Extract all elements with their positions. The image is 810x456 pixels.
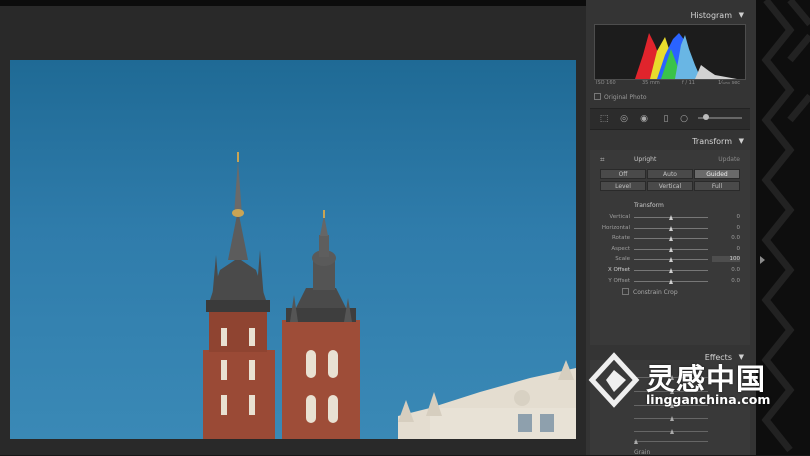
slider-value[interactable]: 0.0 (712, 267, 740, 273)
transform-title: Transform (692, 137, 732, 146)
slider-label: X Offset (607, 267, 630, 273)
slider-knob[interactable] (668, 215, 673, 220)
effects-row[interactable] (600, 436, 742, 446)
upright-level-button[interactable]: Level (600, 181, 646, 191)
slider-value[interactable]: 0.0 (712, 235, 740, 241)
original-photo-label: Original Photo (604, 94, 647, 101)
upright-guided-button[interactable]: Guided (694, 169, 740, 179)
tool-slider-knob[interactable] (703, 114, 709, 120)
slider-label: Rotate (611, 235, 630, 242)
slider-knob[interactable] (668, 225, 673, 231)
slider-knob[interactable] (668, 236, 673, 242)
upright-full-button[interactable]: Full (694, 181, 740, 191)
slider-value[interactable]: 0.0 (712, 278, 740, 284)
slider-horizontal[interactable]: Horizontal 0 (600, 223, 742, 233)
slider-vertical[interactable]: Vertical 0 (600, 212, 742, 222)
constrain-crop-toggle[interactable]: Constrain Crop (622, 288, 678, 296)
histogram-header[interactable]: Histogram ▼ (590, 8, 750, 24)
photo-preview[interactable] (10, 60, 576, 439)
slider-knob[interactable] (668, 268, 673, 273)
aperture: f / 11 (682, 80, 695, 86)
tower-left (203, 152, 275, 439)
upright-off-button[interactable]: Off (600, 169, 646, 179)
photo-image (203, 152, 576, 439)
focal-length: 35 mm (642, 80, 660, 86)
upright-row: ⌗ Upright Update (598, 154, 744, 166)
histogram-title: Histogram (690, 11, 733, 20)
slider-x-offset[interactable]: X Offset 0.0 (600, 265, 742, 275)
slider-knob[interactable] (668, 278, 673, 284)
watermark-emblem-icon (588, 352, 640, 408)
slider-value[interactable]: 0 (712, 246, 741, 252)
slider-label: Scale (615, 256, 630, 263)
slider-scale[interactable]: Scale 100 (600, 254, 742, 264)
slider-value[interactable]: 0 (712, 214, 741, 220)
constrain-crop-checkbox[interactable] (622, 288, 629, 295)
watermark-url: lingganchina.com (646, 392, 771, 407)
slider-knob[interactable] (668, 257, 673, 263)
panel-collapse-arrow-icon[interactable] (760, 256, 765, 264)
update-button[interactable]: Update (718, 156, 740, 163)
slider-value[interactable]: 0 (712, 225, 741, 231)
tower-right (282, 210, 360, 439)
transform-header[interactable]: Transform ▼ (590, 134, 750, 150)
radial-filter-icon[interactable]: ○ (678, 113, 690, 125)
collapse-triangle-icon[interactable]: ▼ (739, 11, 744, 19)
slider-aspect[interactable]: Aspect 0 (600, 244, 742, 254)
upright-auto-button[interactable]: Auto (647, 169, 693, 179)
slider-rotate[interactable]: Rotate 0.0 (600, 233, 742, 243)
original-photo-toggle[interactable]: Original Photo (594, 93, 647, 101)
upright-label: Upright (634, 156, 657, 163)
graduated-filter-icon[interactable]: ▯ (660, 113, 672, 125)
transform-section-label: Transform (634, 202, 664, 209)
slider-y-offset[interactable]: Y Offset 0.0 (600, 276, 742, 286)
slider-label: Y Offset (608, 277, 630, 284)
crop-overlay-icon[interactable]: ⬚ (598, 113, 610, 125)
histogram-graph (594, 24, 746, 80)
iso-value: ISO 160 (596, 80, 616, 86)
upright-vertical-button[interactable]: Vertical (647, 181, 693, 191)
tool-strip: ⬚ ◎ ◉ ▯ ○ (590, 108, 750, 130)
effects-row[interactable] (600, 426, 742, 436)
building-right (398, 360, 576, 439)
collapse-triangle-icon[interactable]: ▼ (739, 137, 744, 145)
slider-value[interactable]: 100 (712, 256, 740, 263)
histogram-curve (635, 33, 737, 79)
slider-label: Vertical (609, 214, 630, 220)
original-photo-checkbox[interactable] (594, 93, 601, 100)
slider-label: Horizontal (601, 224, 630, 231)
upright-crop-icon: ⌗ (600, 155, 605, 164)
red-eye-icon[interactable]: ◉ (638, 113, 650, 125)
slider-label: Aspect (611, 245, 630, 252)
spot-removal-icon[interactable]: ◎ (618, 113, 630, 125)
effects-row[interactable] (600, 413, 742, 423)
constrain-crop-label: Constrain Crop (633, 289, 678, 296)
slider-knob[interactable] (668, 246, 673, 252)
shutter-speed: 1⁄₁₂₅₀ sec (718, 80, 741, 86)
camera-info: ISO 160 35 mm f / 11 1⁄₁₂₅₀ sec (594, 78, 744, 88)
